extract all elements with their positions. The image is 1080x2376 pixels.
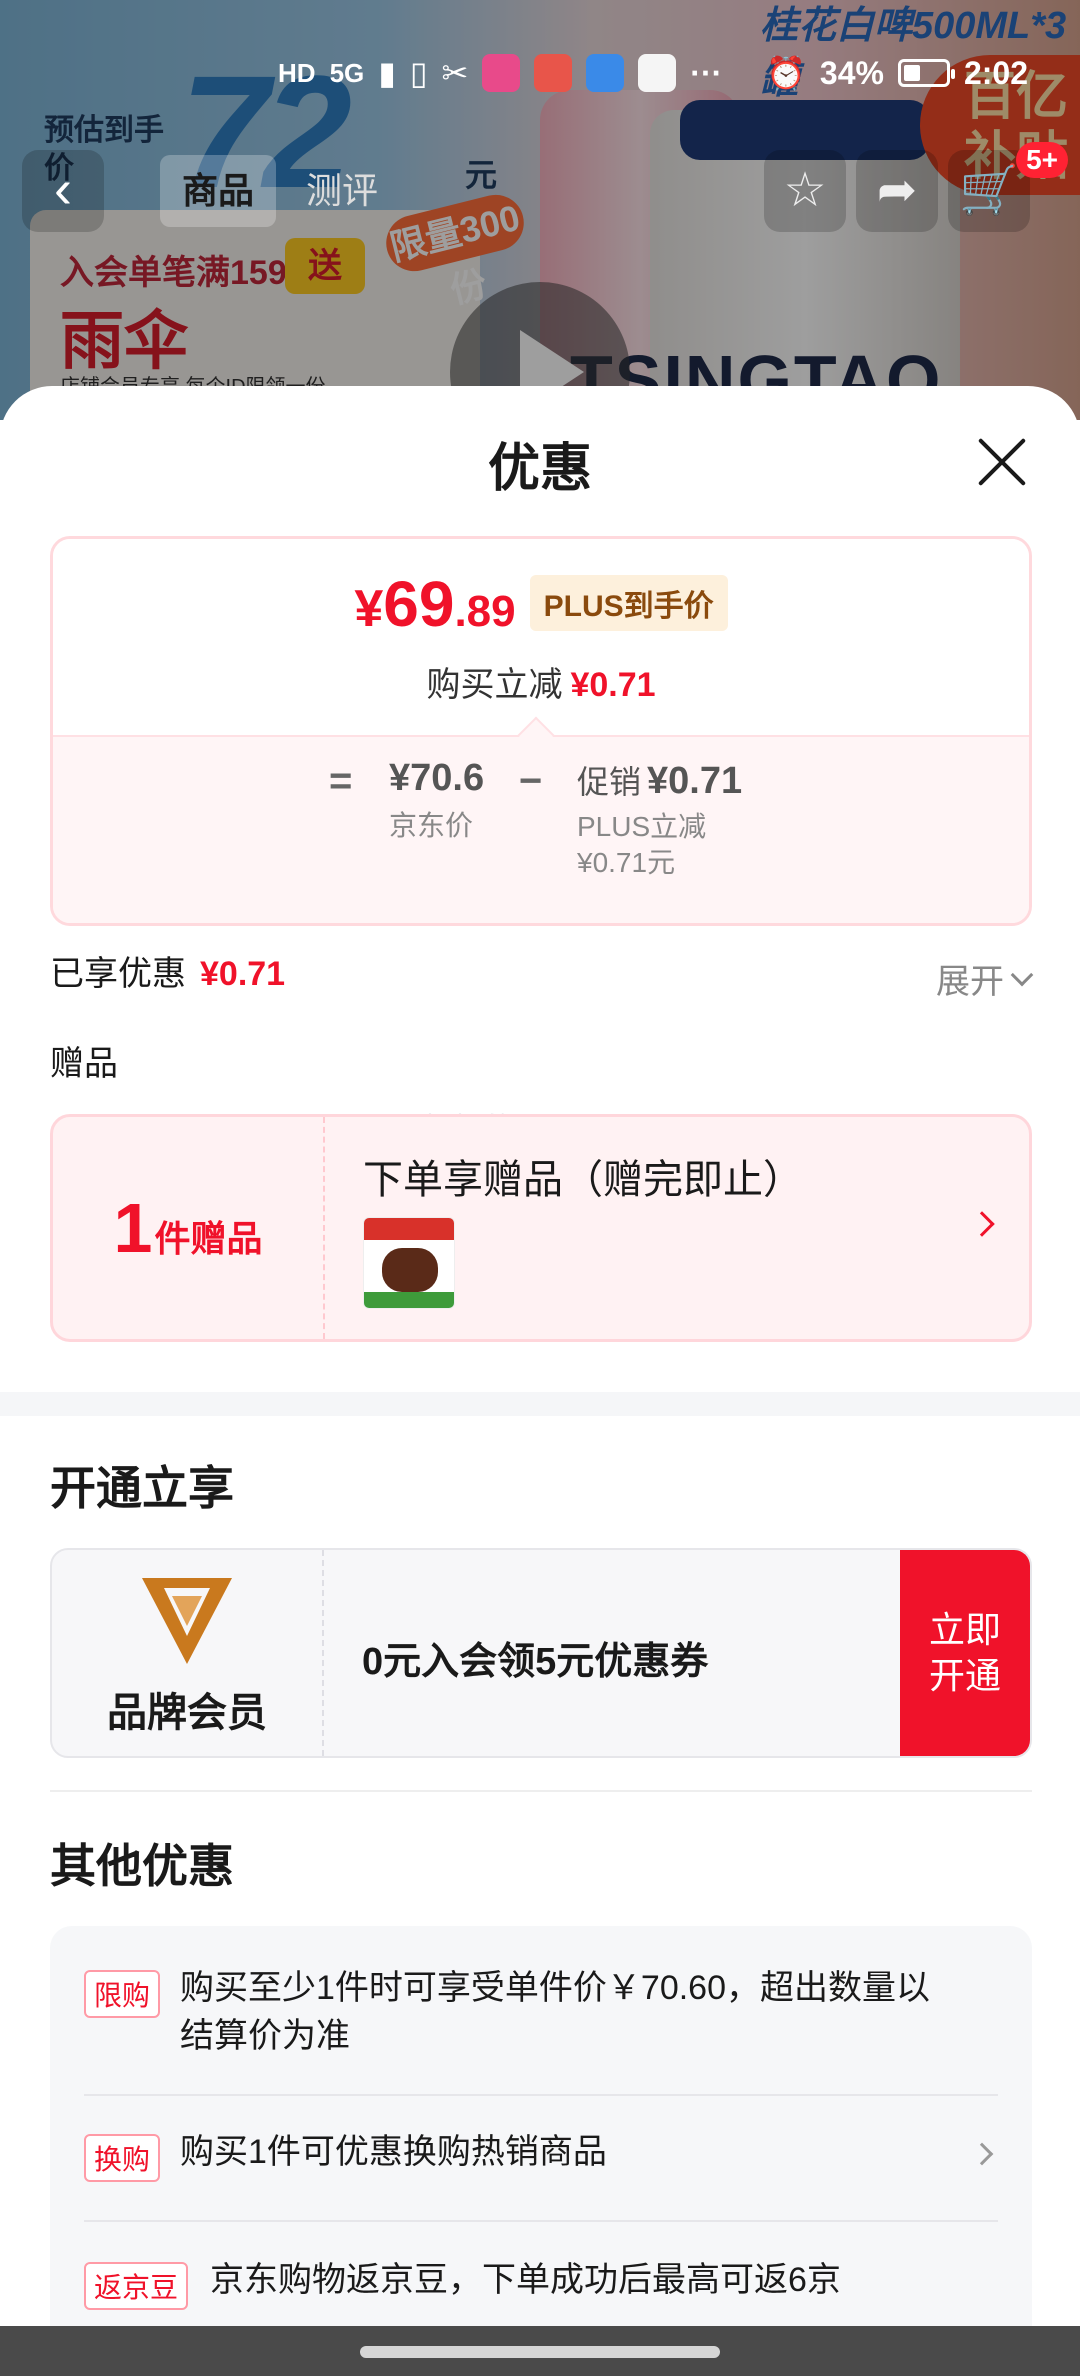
gift-count-unit: 件赠品: [154, 1218, 263, 1259]
list-item: 限购 购买至少1件时可享受单件价￥70.60，超出数量以结算价为准: [84, 1964, 998, 2096]
price-calc-area: = ¥70.6 京东价 − 促销 ¥0.71 PLUS立减 ¥0.71元: [53, 735, 1029, 923]
row-separator: [84, 2220, 998, 2222]
promo-block: 促销 ¥0.71 PLUS立减 ¥0.71元: [577, 757, 742, 881]
chevron-down-icon: [1010, 963, 1034, 986]
promo-label: 促销: [577, 764, 642, 800]
enjoyed-value: ¥0.71: [200, 955, 286, 993]
favorite-button[interactable]: ☆: [764, 150, 846, 232]
jd-price-value: ¥70.6: [389, 757, 485, 799]
gift-card[interactable]: 1 件赠品 下单享赠品（赠完即止）: [50, 1114, 1032, 1342]
plus-reduce-label: PLUS立减: [577, 811, 707, 842]
app-notify-icon-2: [534, 54, 573, 92]
alarm-icon: ⏰: [766, 55, 806, 91]
jd-beans-text: 京东购物返京豆，下单成功后最高可返6京: [210, 2261, 841, 2299]
final-price: ¥69.89: [354, 568, 516, 640]
battery-percent: 34%: [819, 54, 884, 91]
discount-sheet: 优惠 ¥69.89 PLUS到手价 购买立减 ¥0.71 = ¥70.6 京东价 …: [0, 386, 1080, 2376]
brand-member-label: 品牌会员: [107, 1691, 267, 1735]
enjoyed-discount: 已享优惠 ¥0.71: [50, 946, 285, 995]
signal-icon: ▮: [378, 55, 396, 91]
tab-product[interactable]: 商品: [160, 155, 277, 227]
final-price-area: ¥69.89 PLUS到手价 购买立减 ¥0.71: [53, 539, 1029, 739]
exchange-purchase-tag: 换购: [84, 2134, 161, 2182]
open-section-title: 开通立享: [50, 1462, 234, 1514]
join-now-label: 立即 开通: [928, 1609, 1001, 1696]
gift-section-label: 赠品: [50, 1045, 118, 1083]
plus-price-tag: PLUS到手价: [529, 575, 728, 631]
enjoyed-label: 已享优惠: [50, 955, 186, 993]
back-button[interactable]: ‹: [22, 150, 104, 232]
jd-beans-tag: 返京豆: [84, 2262, 189, 2310]
final-price-row: ¥69.89 PLUS到手价: [53, 567, 1029, 641]
other-section-title: 其他优惠: [50, 1840, 234, 1892]
system-nav-bar: [0, 2326, 1080, 2376]
price-breakdown-card: ¥69.89 PLUS到手价 购买立减 ¥0.71 = ¥70.6 京东价 − 促…: [50, 536, 1032, 926]
cart-count-badge: 5+: [1016, 142, 1068, 178]
battery-icon: [897, 59, 955, 87]
expand-label: 展开: [936, 963, 1004, 1001]
status-right: ⏰ 34% 2:02: [766, 54, 1028, 92]
network-type: 5G: [329, 57, 365, 88]
row-separator: [84, 2094, 998, 2096]
equals-sign: =: [329, 759, 353, 803]
gift-count: 1 件赠品: [53, 1117, 325, 1339]
status-left-icons: HD 5G ▮ ▯ ✂ ···: [278, 54, 722, 92]
clock: 2:02: [963, 54, 1028, 91]
instant-reduce-row: 购买立减 ¥0.71: [53, 657, 1029, 706]
close-icon[interactable]: [974, 434, 1030, 490]
exchange-purchase-text: 购买1件可优惠换购热销商品: [180, 2133, 607, 2171]
gift-count-number: 1: [113, 1189, 153, 1267]
status-bar: HD 5G ▮ ▯ ✂ ··· ⏰ 34% 2:02: [0, 50, 1080, 100]
bluetooth-off-icon: ✂: [441, 55, 469, 91]
list-item[interactable]: 换购 购买1件可优惠换购热销商品: [84, 2128, 998, 2222]
hd-icon: HD: [278, 57, 316, 88]
plus-reduce-value: ¥0.71元: [577, 847, 676, 878]
signal-icon-2: ▯: [409, 55, 428, 91]
app-notify-icon-1: [482, 54, 521, 92]
chevron-right-icon: [970, 2142, 994, 2166]
brand-member-card[interactable]: 品牌会员 0元入会领5元优惠券 立即 开通: [50, 1548, 1032, 1758]
chevron-left-icon: ‹: [54, 159, 72, 219]
home-gesture-handle[interactable]: [360, 2346, 720, 2358]
more-icon: ···: [690, 54, 723, 91]
limit-purchase-tag: 限购: [84, 1970, 161, 2018]
instant-reduce-label: 购买立减: [426, 666, 563, 704]
section-divider: [0, 1392, 1080, 1416]
join-now-button[interactable]: 立即 开通: [900, 1550, 1030, 1756]
list-item: 返京豆 京东购物返京豆，下单成功后最高可返6京: [84, 2256, 998, 2316]
star-icon: ☆: [783, 164, 827, 217]
gift-title: 下单享赠品（赠完即止）: [363, 1158, 803, 1202]
sheet-title: 优惠: [487, 440, 592, 498]
browser-icon: [638, 54, 677, 92]
gift-thumbnail[interactable]: [363, 1217, 455, 1309]
brand-v-icon: [142, 1578, 232, 1664]
instant-reduce-value: ¥0.71: [570, 666, 656, 704]
jd-price-block: ¥70.6 京东价: [389, 757, 484, 844]
cart-icon: 🛒: [959, 164, 1019, 217]
divider-line: [50, 1790, 1032, 1792]
share-icon: ➦: [876, 164, 918, 217]
expand-button[interactable]: 展开: [936, 954, 1034, 1003]
other-discounts-list: 限购 购买至少1件时可享受单件价￥70.60，超出数量以结算价为准 换购 购买1…: [50, 1926, 1032, 2376]
member-offer-text: 0元入会领5元优惠券: [362, 1641, 709, 1683]
jd-price-label: 京东价: [389, 810, 474, 841]
chevron-right-icon: [969, 1211, 995, 1237]
limit-purchase-text: 购买至少1件时可享受单件价￥70.60，超出数量以结算价为准: [180, 1969, 930, 2055]
minus-sign: −: [519, 759, 543, 803]
share-button[interactable]: ➦: [856, 150, 938, 232]
promo-value: ¥0.71: [647, 760, 743, 802]
cloud-icon: [586, 54, 625, 92]
brand-member-logo-block: 品牌会员: [52, 1550, 324, 1756]
product-tabs: 商品 测评: [160, 150, 400, 232]
tab-review[interactable]: 测评: [284, 155, 400, 227]
